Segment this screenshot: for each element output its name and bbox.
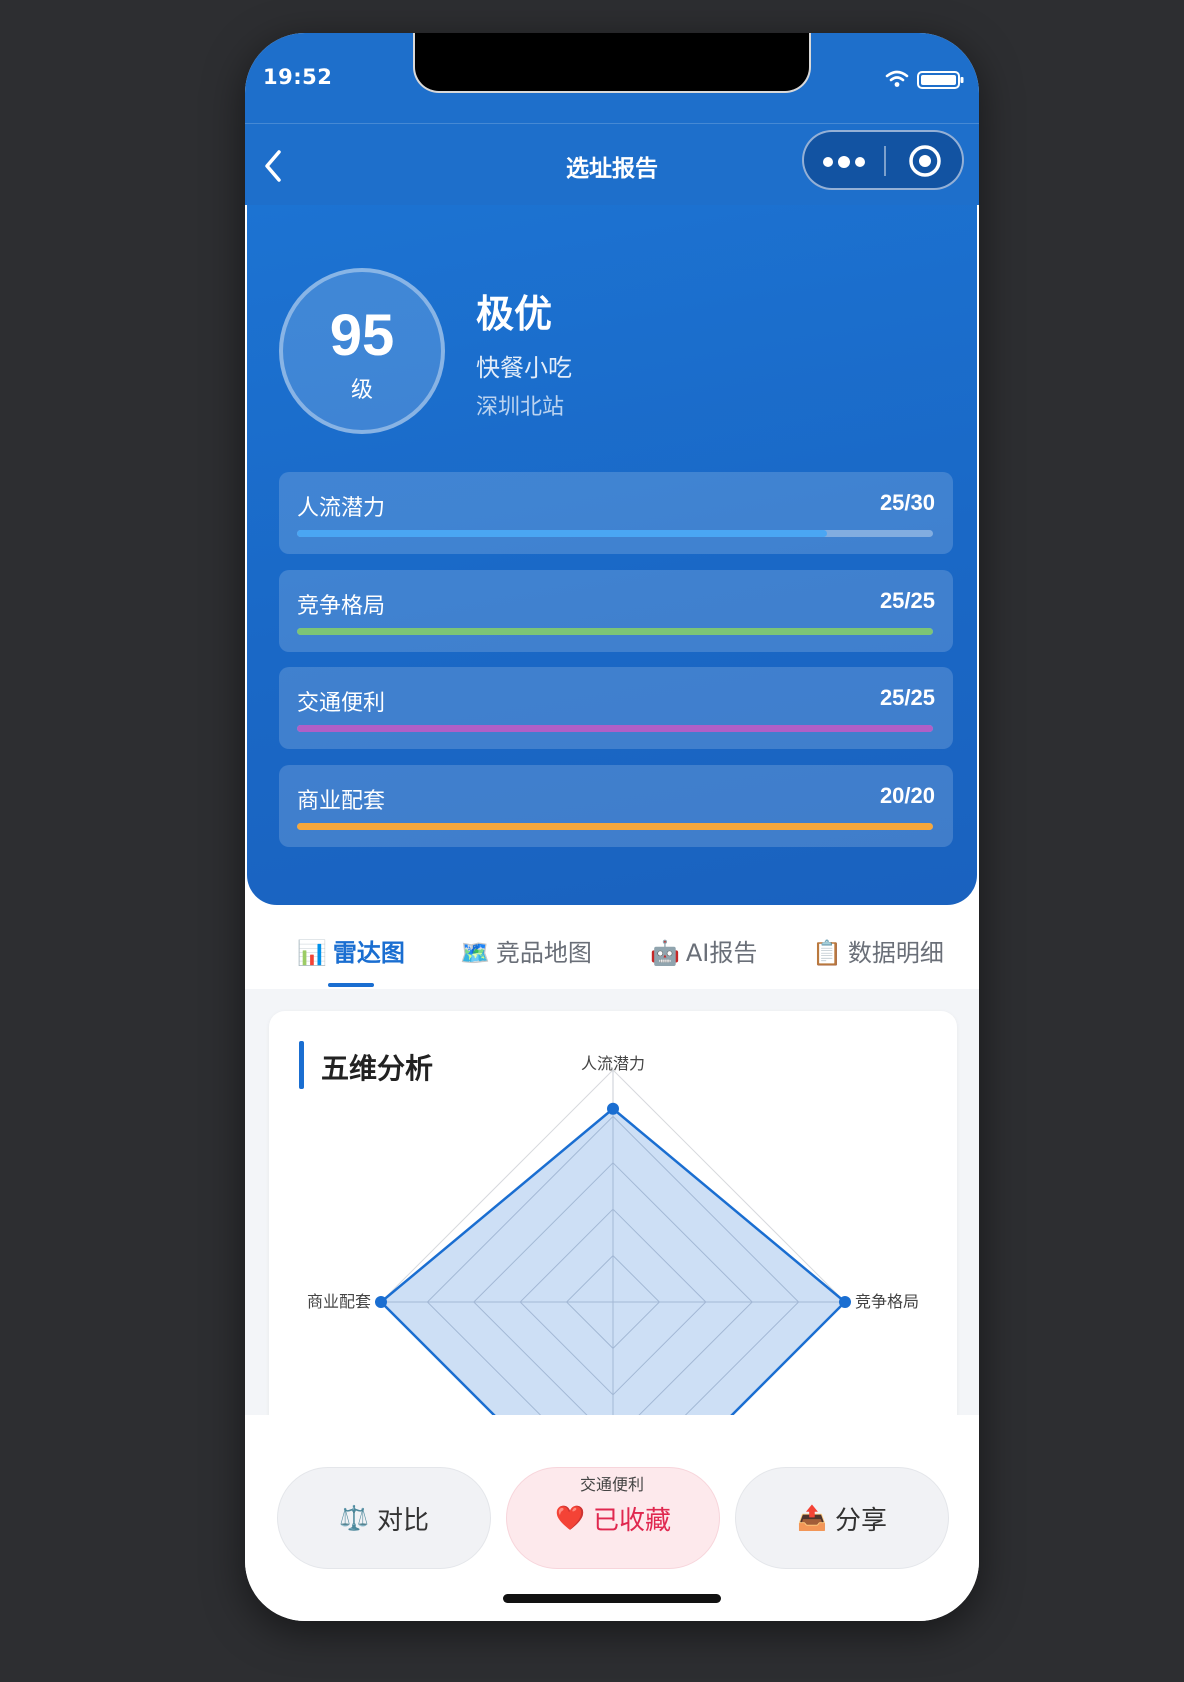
score-summary: 95 级 极优 快餐小吃 深圳北站 人流潜力 25/30 竞争格局 25/25 … xyxy=(247,205,977,905)
score-unit: 级 xyxy=(350,378,373,403)
tab-data-detail[interactable]: 📋 数据明细 xyxy=(812,933,944,968)
radar-axis-label: 竞争格局 xyxy=(855,1292,919,1311)
metric-score: 25/25 xyxy=(879,685,935,710)
home-indicator xyxy=(503,1594,721,1603)
metric-score: 25/30 xyxy=(879,490,935,515)
radar-data-point xyxy=(839,1296,851,1308)
active-tab-indicator xyxy=(328,983,374,987)
wifi-icon xyxy=(885,70,909,87)
compare-label: 对比 xyxy=(376,1505,429,1536)
grade-label: 极优 xyxy=(476,292,553,336)
metric-label: 交通便利 xyxy=(297,691,386,716)
map-icon: 🗺️ xyxy=(460,939,490,967)
location-name: 深圳北站 xyxy=(476,395,565,420)
scale-icon: ⚖️ xyxy=(339,1504,369,1532)
device-notch xyxy=(413,33,811,93)
radar-data-point xyxy=(375,1296,387,1308)
more-icon[interactable] xyxy=(822,152,866,172)
radar-axis-label: 交通便利 xyxy=(579,1475,644,1494)
metric-score: 20/20 xyxy=(879,783,935,808)
metric-label: 竞争格局 xyxy=(297,594,386,619)
robot-icon: 🤖 xyxy=(650,939,680,967)
tab-radar[interactable]: 📊 雷达图 xyxy=(297,933,405,968)
score-value: 95 xyxy=(329,303,395,368)
capsule-divider xyxy=(884,146,886,176)
metric-label: 商业配套 xyxy=(297,789,386,814)
metric-progress-fill xyxy=(297,823,933,830)
metric-progress xyxy=(297,530,933,537)
metric-score: 25/25 xyxy=(879,588,935,613)
metric-label: 人流潜力 xyxy=(297,496,386,521)
phone-frame: 19:52 选址报告 95 级 极优 快餐小吃 深圳北站 人流潜力 25/30 … xyxy=(245,33,979,1621)
chart-icon: 📊 xyxy=(297,939,327,967)
metric-progress-fill xyxy=(297,628,933,635)
tab-competitor-map[interactable]: 🗺️ 竞品地图 xyxy=(460,933,592,968)
metric-card: 交通便利 25/25 xyxy=(279,667,953,749)
tab-label: AI报告 xyxy=(685,939,758,967)
metric-card: 商业配套 20/20 xyxy=(279,765,953,847)
share-icon: 📤 xyxy=(797,1504,827,1532)
close-target-icon[interactable] xyxy=(908,144,942,178)
metric-card: 竞争格局 25/25 xyxy=(279,570,953,652)
action-bar: 交通便利 ⚖️ 对比 ❤️ 已收藏 📤 分享 xyxy=(245,1415,979,1621)
metric-progress xyxy=(297,823,933,830)
tab-ai-report[interactable]: 🤖 AI报告 xyxy=(650,933,757,968)
tab-label: 雷达图 xyxy=(332,939,405,967)
favorite-label: 已收藏 xyxy=(592,1505,671,1536)
nav-divider xyxy=(245,123,979,124)
report-tabs: 📊 雷达图 🗺️ 竞品地图 🤖 AI报告 📋 数据明细 xyxy=(245,905,979,989)
business-category: 快餐小吃 xyxy=(476,354,572,382)
tab-label: 数据明细 xyxy=(847,939,944,967)
metric-progress-fill xyxy=(297,725,933,732)
radar-data-point xyxy=(607,1102,619,1115)
metric-progress-fill xyxy=(297,530,827,537)
clipboard-icon: 📋 xyxy=(812,939,842,967)
battery-icon xyxy=(917,71,964,89)
status-time: 19:52 xyxy=(263,65,333,89)
tab-label: 竞品地图 xyxy=(495,939,592,967)
metric-progress xyxy=(297,628,933,635)
share-label: 分享 xyxy=(834,1505,887,1536)
score-ring: 95 级 xyxy=(279,268,445,434)
miniapp-capsule xyxy=(802,130,964,190)
radar-axis-label: 人流潜力 xyxy=(581,1054,645,1073)
radar-axis-label: 商业配套 xyxy=(307,1292,371,1311)
metric-card: 人流潜力 25/30 xyxy=(279,472,953,554)
heart-icon: ❤️ xyxy=(555,1504,585,1532)
metric-progress xyxy=(297,725,933,732)
